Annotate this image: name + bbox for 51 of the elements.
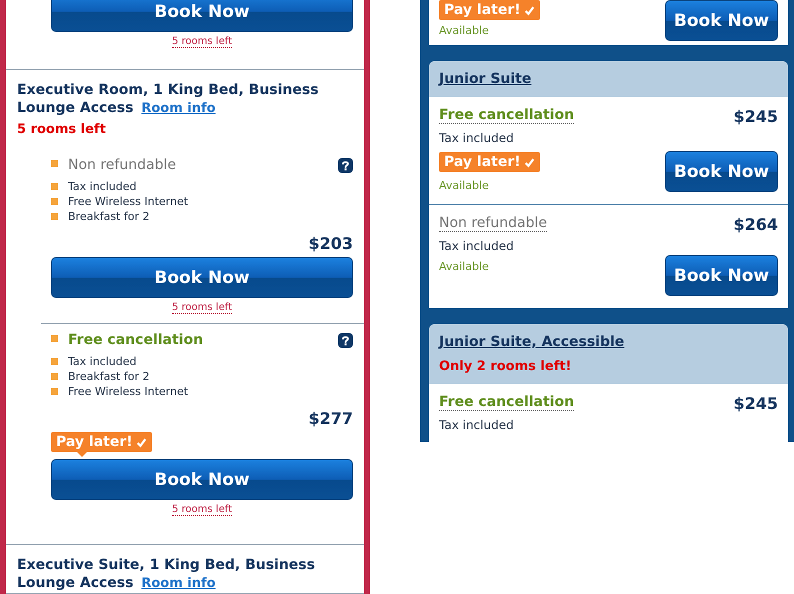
rate-policy[interactable]: Free cancellation [439, 394, 574, 411]
rate-feature: Breakfast for 2 [68, 369, 150, 384]
book-now-button[interactable]: Book Now [51, 459, 353, 500]
rate-feature: Breakfast for 2 [68, 209, 150, 224]
tax-text: Tax included [439, 131, 514, 145]
room-title: Executive Room, 1 King Bed, Business Lounge Access Room info [16, 81, 320, 118]
rate-policy: Non refundable [68, 157, 176, 173]
book-now-button[interactable]: Book Now [51, 0, 353, 32]
book-now-button[interactable]: Book Now [665, 255, 778, 296]
rooms-left-link[interactable]: 5 rooms left [172, 36, 232, 48]
rate-price: $245 [733, 107, 778, 126]
bullet-icon [51, 358, 58, 365]
rate-feature: Tax included [68, 179, 136, 194]
pay-later-badge: Pay later! [439, 0, 540, 20]
bullet-icon [51, 373, 58, 380]
rate-feature: Tax included [68, 354, 136, 369]
bullet-icon [51, 160, 58, 167]
rate-policy: Free cancellation [68, 332, 204, 348]
bullet-icon [51, 198, 58, 205]
room-title-link[interactable]: Junior Suite, Accessible [439, 334, 624, 350]
rate-price: $203 [308, 234, 353, 253]
rooms-left-notice: Only 2 rooms left! [439, 359, 572, 374]
bullet-icon [51, 213, 58, 220]
room-title-link[interactable]: Junior Suite [439, 71, 532, 87]
rooms-left-link[interactable]: 5 rooms left [172, 504, 232, 516]
availability-text: Available [439, 24, 489, 37]
book-now-button[interactable]: Book Now [665, 151, 778, 192]
room-info-link[interactable]: Room info [141, 101, 216, 116]
bullet-icon [51, 335, 58, 342]
rate-price: $264 [733, 215, 778, 234]
pay-later-badge: Pay later! [439, 152, 540, 172]
rate-feature: Free Wireless Internet [68, 194, 188, 209]
book-now-button[interactable]: Book Now [665, 0, 778, 41]
rate-policy[interactable]: Free cancellation [439, 107, 574, 124]
rate-feature: Free Wireless Internet [68, 384, 188, 399]
bullet-icon [51, 388, 58, 395]
rate-policy[interactable]: Non refundable [439, 215, 547, 232]
tax-text: Tax included [439, 239, 514, 253]
help-icon[interactable] [338, 332, 353, 348]
room-info-link[interactable]: Room info [141, 576, 216, 591]
book-now-button[interactable]: Book Now [51, 257, 353, 298]
rooms-left-notice: 5 rooms left [16, 121, 107, 137]
bullet-icon [51, 183, 58, 190]
availability-text: Available [439, 179, 489, 192]
help-icon[interactable] [338, 158, 353, 172]
room-title: Executive Suite, 1 King Bed, Business Lounge Access Room info [16, 556, 316, 593]
tax-text: Tax included [439, 418, 514, 432]
rate-price: $277 [308, 409, 353, 428]
rate-price: $245 [733, 394, 778, 413]
rooms-left-link[interactable]: 5 rooms left [172, 302, 232, 314]
availability-text: Available [439, 260, 489, 273]
